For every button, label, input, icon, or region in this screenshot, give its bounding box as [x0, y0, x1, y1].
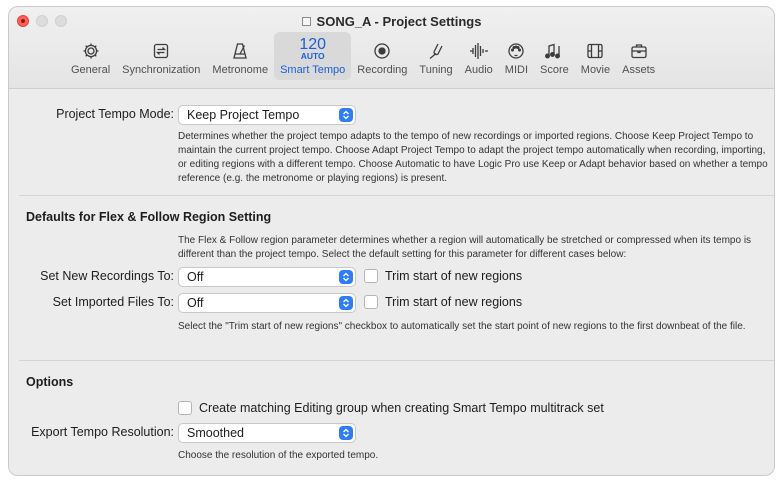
- metronome-icon: [230, 40, 250, 62]
- export-tempo-resolution-label: Export Tempo Resolution:: [31, 425, 174, 439]
- project-tempo-mode-value: Keep Project Tempo: [187, 108, 300, 122]
- tab-score-label: Score: [540, 64, 569, 76]
- tuning-fork-icon: [426, 40, 446, 62]
- trim-note: Select the "Trim start of new regions" c…: [178, 321, 746, 332]
- tab-recording[interactable]: Recording: [351, 32, 413, 80]
- title-bar: SONG_A - Project Settings General Synchr…: [9, 7, 774, 89]
- new-recordings-select[interactable]: Off: [178, 267, 356, 287]
- tab-assets[interactable]: Assets: [616, 32, 661, 80]
- notes-icon: [543, 40, 565, 62]
- tab-smart-tempo[interactable]: 120 AUTO Smart Tempo: [274, 32, 352, 80]
- checkbox-box[interactable]: [364, 269, 378, 283]
- settings-toolbar: General Synchronization Metronome 120 AU…: [65, 32, 661, 80]
- imported-files-select[interactable]: Off: [178, 293, 356, 313]
- project-tempo-mode-select[interactable]: Keep Project Tempo: [178, 105, 356, 125]
- project-tempo-mode-label: Project Tempo Mode:: [56, 107, 174, 121]
- chevron-updown-icon: [339, 296, 353, 310]
- window-title-text: SONG_A - Project Settings: [316, 14, 482, 29]
- tab-general[interactable]: General: [65, 32, 116, 80]
- tab-movie-label: Movie: [580, 64, 611, 76]
- smart-tempo-value: 120: [299, 36, 327, 53]
- imported-files-label: Set Imported Files To:: [52, 295, 174, 309]
- options-heading: Options: [26, 375, 74, 389]
- tab-synchronization[interactable]: Synchronization: [116, 32, 206, 80]
- tab-recording-label: Recording: [357, 64, 408, 76]
- chevron-updown-icon: [339, 108, 353, 122]
- trim-new-recordings-label: Trim start of new regions: [385, 269, 523, 283]
- checkbox-box[interactable]: [364, 295, 378, 309]
- tab-audio-label: Audio: [464, 64, 493, 76]
- tab-audio[interactable]: Audio: [459, 32, 499, 80]
- tab-movie[interactable]: Movie: [575, 32, 616, 80]
- divider-1: [19, 195, 774, 196]
- briefcase-icon: [629, 40, 649, 62]
- project-settings-window: SONG_A - Project Settings General Synchr…: [8, 6, 775, 476]
- export-tempo-resolution-value: Smoothed: [187, 426, 244, 440]
- tab-assets-label: Assets: [622, 64, 656, 76]
- tab-tuning-label: Tuning: [419, 64, 453, 76]
- checkbox-box[interactable]: [178, 401, 192, 415]
- export-tempo-description: Choose the resolution of the exported te…: [178, 450, 379, 461]
- tab-metronome[interactable]: Metronome: [206, 32, 274, 80]
- divider-2: [19, 360, 774, 361]
- document-icon: [301, 17, 311, 26]
- smart-tempo-badge: AUTO: [300, 51, 325, 61]
- flex-follow-description: The Flex & Follow region parameter deter…: [178, 235, 752, 260]
- midi-icon: [506, 40, 526, 62]
- chevron-updown-icon: [339, 270, 353, 284]
- smart-tempo-icon: 120 AUTO: [299, 36, 326, 62]
- chevron-updown-icon: [339, 426, 353, 440]
- new-recordings-value: Off: [187, 270, 204, 284]
- tab-tuning[interactable]: Tuning: [413, 32, 458, 80]
- tab-metronome-label: Metronome: [212, 64, 269, 76]
- new-recordings-label: Set New Recordings To:: [40, 269, 174, 283]
- gear-icon: [81, 40, 101, 62]
- editing-group-checkbox[interactable]: Create matching Editing group when creat…: [178, 401, 604, 415]
- tab-general-label: General: [71, 64, 111, 76]
- editing-group-label: Create matching Editing group when creat…: [199, 401, 604, 415]
- film-icon: [585, 40, 605, 62]
- imported-files-value: Off: [187, 296, 204, 310]
- tab-midi[interactable]: MIDI: [499, 32, 534, 80]
- flex-follow-heading: Defaults for Flex & Follow Region Settin…: [26, 210, 272, 224]
- project-tempo-description: Determines whether the project tempo ada…: [178, 131, 768, 184]
- tab-score[interactable]: Score: [534, 32, 575, 80]
- tab-smart-tempo-label: Smart Tempo: [280, 64, 346, 76]
- tab-synchronization-label: Synchronization: [122, 64, 201, 76]
- trim-imported-files-label: Trim start of new regions: [385, 295, 523, 309]
- waveform-icon: [468, 40, 490, 62]
- tab-midi-label: MIDI: [504, 64, 529, 76]
- trim-imported-files-checkbox[interactable]: Trim start of new regions: [364, 295, 522, 309]
- sync-icon: [151, 40, 171, 62]
- trim-new-recordings-checkbox[interactable]: Trim start of new regions: [364, 269, 522, 283]
- record-icon: [372, 40, 392, 62]
- export-tempo-resolution-select[interactable]: Smoothed: [178, 423, 356, 443]
- settings-content: Project Tempo Mode: Keep Project Tempo D…: [9, 90, 774, 475]
- window-title: SONG_A - Project Settings: [9, 14, 774, 29]
